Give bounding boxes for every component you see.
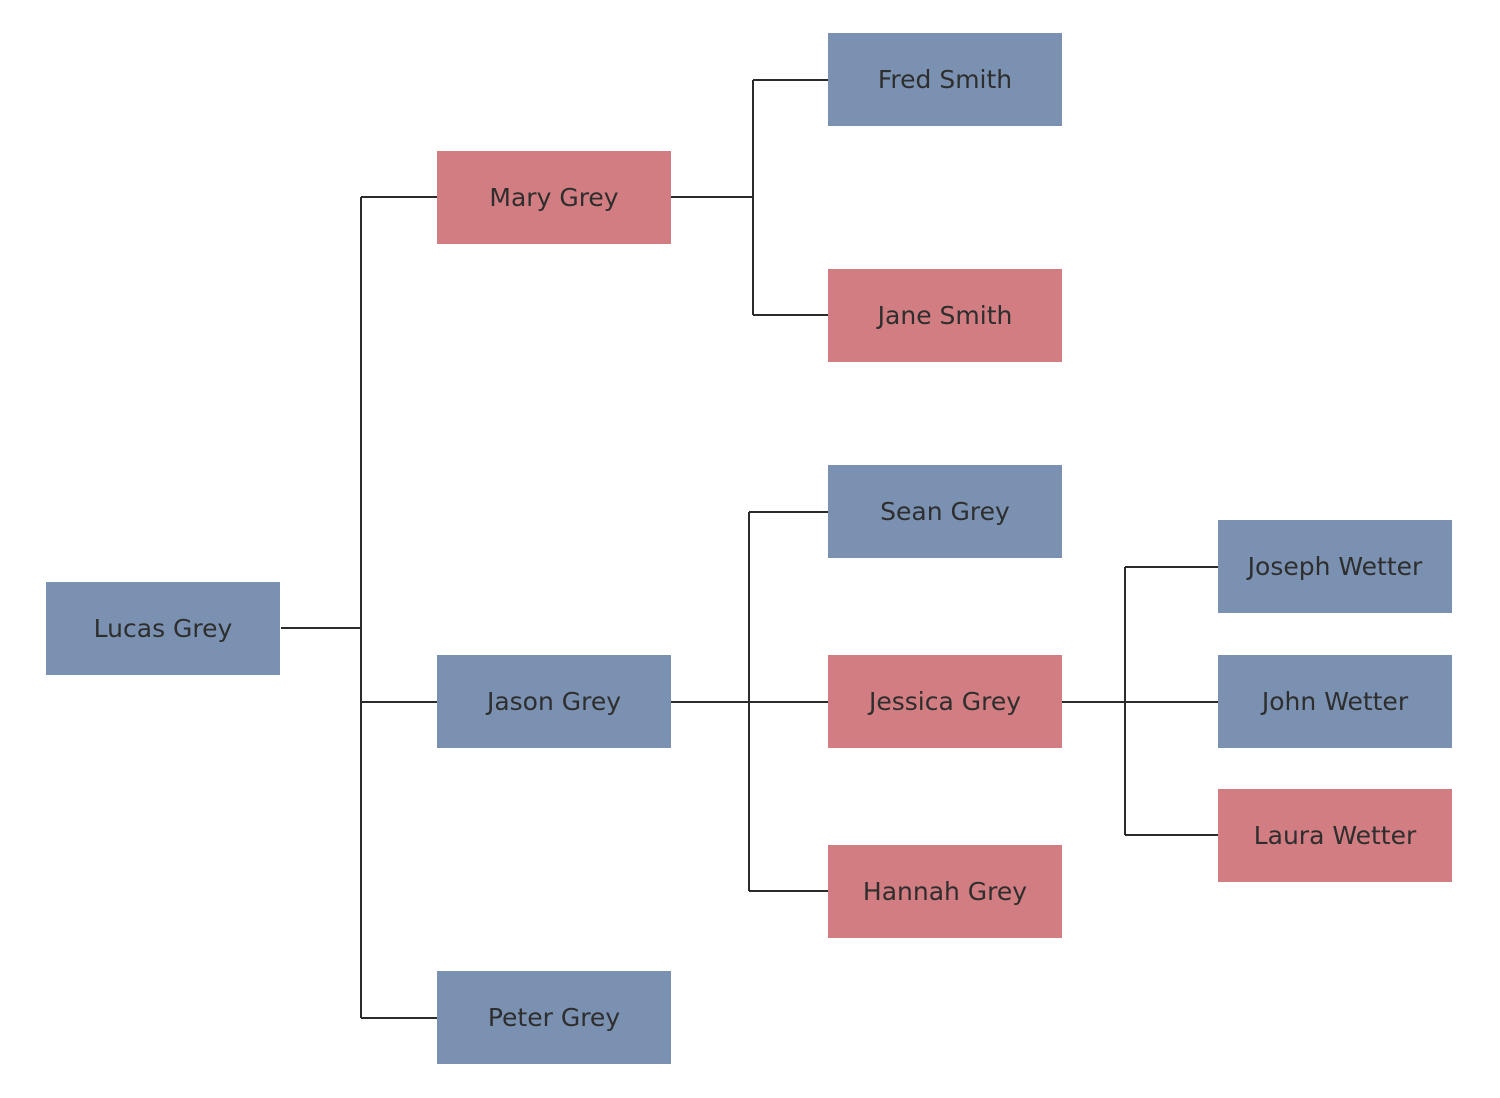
node-laura-wetter[interactable]: Laura Wetter	[1218, 789, 1452, 882]
node-label: Fred Smith	[877, 65, 1013, 94]
connector-line	[748, 512, 750, 891]
node-label: Laura Wetter	[1253, 821, 1417, 850]
node-joseph-wetter[interactable]: Joseph Wetter	[1218, 520, 1452, 613]
node-john-wetter[interactable]: John Wetter	[1218, 655, 1452, 748]
connector-line	[1125, 834, 1218, 836]
node-label: Mary Grey	[489, 183, 619, 212]
connector-line	[1124, 567, 1126, 835]
node-jane-smith[interactable]: Jane Smith	[828, 269, 1062, 362]
connector-line	[361, 196, 437, 198]
connector-line	[361, 701, 437, 703]
node-jessica-grey[interactable]: Jessica Grey	[828, 655, 1062, 748]
connector-line	[671, 196, 753, 198]
node-label: Jane Smith	[877, 301, 1013, 330]
node-mary-grey[interactable]: Mary Grey	[437, 151, 671, 244]
node-label: John Wetter	[1261, 687, 1409, 716]
connector-line	[361, 1017, 437, 1019]
connector-line	[360, 197, 362, 1018]
node-label: Jason Grey	[486, 687, 622, 716]
node-label: Sean Grey	[880, 497, 1010, 526]
node-label: Lucas Grey	[93, 614, 233, 643]
node-label: Hannah Grey	[862, 877, 1028, 906]
node-lucas-grey[interactable]: Lucas Grey	[46, 582, 280, 675]
connector-line	[752, 80, 754, 315]
connector-line	[753, 79, 828, 81]
connector-line	[749, 511, 828, 513]
family-tree-diagram: Lucas Grey Mary Grey Jason Grey Peter Gr…	[0, 0, 1500, 1098]
node-label: Joseph Wetter	[1247, 552, 1423, 581]
node-jason-grey[interactable]: Jason Grey	[437, 655, 671, 748]
connector-line	[749, 890, 828, 892]
node-hannah-grey[interactable]: Hannah Grey	[828, 845, 1062, 938]
node-label: Jessica Grey	[868, 687, 1022, 716]
connector-line	[753, 314, 828, 316]
connector-line	[1125, 566, 1218, 568]
connector-line	[1062, 701, 1218, 703]
node-fred-smith[interactable]: Fred Smith	[828, 33, 1062, 126]
node-peter-grey[interactable]: Peter Grey	[437, 971, 671, 1064]
node-sean-grey[interactable]: Sean Grey	[828, 465, 1062, 558]
connector-line	[281, 627, 361, 629]
node-label: Peter Grey	[487, 1003, 621, 1032]
